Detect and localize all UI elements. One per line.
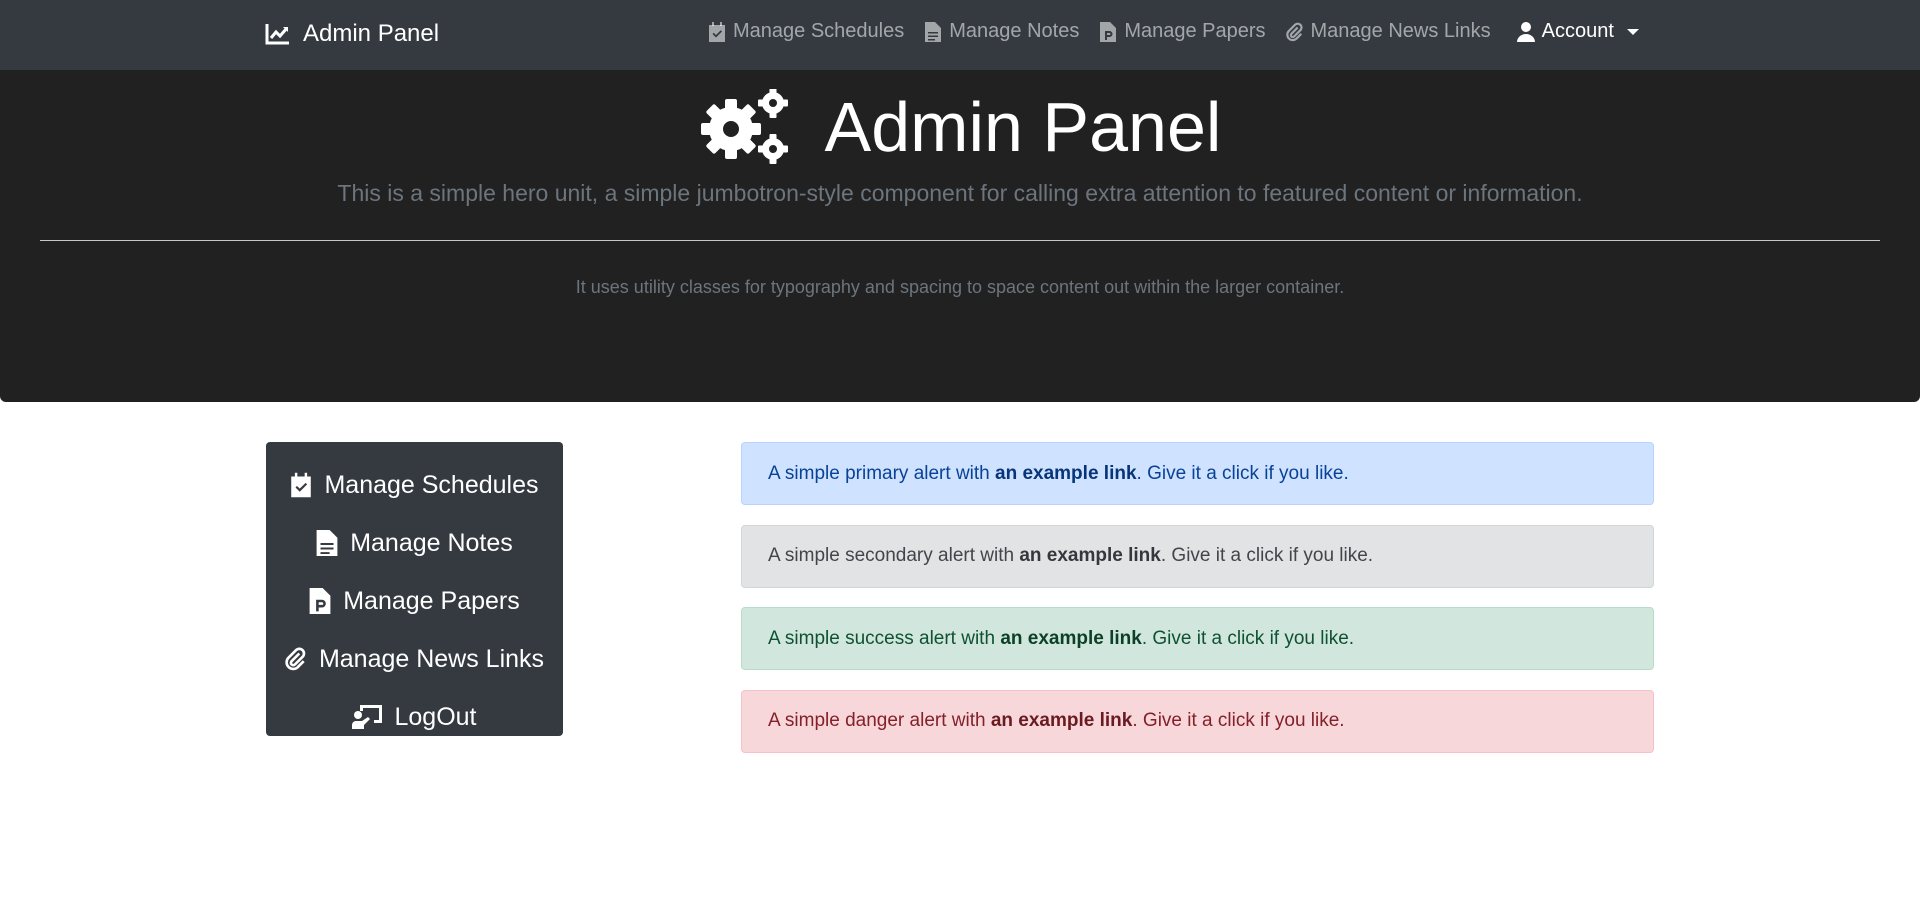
alert-text: A simple danger alert with (768, 710, 986, 731)
chalkboard-user-icon (352, 705, 383, 729)
alert-text: . Give it a click if you like. (1132, 710, 1345, 731)
alert-primary: A simple primary alert with an example l… (741, 442, 1654, 505)
calendar-check-icon (291, 472, 312, 498)
alert-text: A simple secondary alert with (768, 545, 1015, 566)
hero-body-text: It uses utility classes for typography a… (575, 277, 1345, 297)
alert-success: A simple success alert with an example l… (741, 607, 1654, 670)
hero-title-row: Admin Panel (0, 87, 1920, 167)
nav-link-manage-papers[interactable]: Manage Papers (1099, 20, 1266, 43)
sidebar-item-manage-notes[interactable]: Manage Notes (266, 514, 563, 572)
sidebar-item-logout[interactable]: LogOut (266, 688, 563, 746)
alerts-list: A simple primary alert with an example l… (741, 442, 1654, 772)
account-label: Account (1541, 20, 1614, 42)
sidebar-item-label: Manage Papers (343, 586, 520, 615)
alert-text: A simple primary alert with (768, 462, 990, 484)
nav-links: Manage Schedules Manage Notes Manage Pap… (708, 20, 1659, 43)
alert-link[interactable]: an example link (1000, 628, 1142, 650)
nav-link-label: Manage Papers (1124, 20, 1266, 42)
alert-text: . Give it a click if you like. (1160, 545, 1374, 566)
sidebar-item-manage-schedules[interactable]: Manage Schedules (266, 456, 563, 514)
sidebar-menu: Manage Schedules Manage Notes Manage Pap… (266, 442, 563, 736)
nav-link-manage-news-links[interactable]: Manage News Links (1285, 20, 1491, 43)
alert-secondary: A simple secondary alert with an example… (741, 524, 1654, 588)
alert-text: A simple success alert with (768, 627, 996, 649)
sidebar-item-label: Manage Notes (350, 528, 513, 557)
hero-title: Admin Panel (824, 88, 1222, 166)
account-dropdown[interactable]: Account (1516, 20, 1639, 43)
caret-down-icon (1626, 28, 1639, 35)
nav-link-label: Manage Notes (949, 20, 1080, 42)
nav-link-label: Manage Schedules (733, 20, 905, 42)
sidebar-item-manage-news-links[interactable]: Manage News Links (266, 630, 563, 688)
nav-link-label: Manage News Links (1310, 20, 1491, 42)
paperclip-icon (1285, 22, 1303, 41)
nav-link-manage-notes[interactable]: Manage Notes (924, 20, 1079, 43)
hero-lead-text: This is a simple hero unit, a simple jum… (337, 180, 1583, 206)
paperclip-icon (285, 647, 306, 671)
calendar-check-icon (709, 21, 725, 42)
sidebar-item-manage-papers[interactable]: Manage Papers (266, 572, 563, 630)
brand-title: Admin Panel (303, 20, 440, 47)
file-p-icon (309, 588, 331, 614)
file-p-icon (1100, 21, 1117, 42)
hero-divider (40, 240, 1880, 241)
sidebar-item-label: LogOut (394, 702, 477, 731)
file-text-icon (316, 530, 338, 556)
chart-line-icon (265, 24, 289, 45)
alert-link[interactable]: an example link (1019, 545, 1161, 567)
brand-link[interactable]: Admin Panel (265, 20, 439, 48)
user-icon (1516, 21, 1535, 42)
alert-text: . Give it a click if you like. (1136, 462, 1349, 484)
file-text-icon (925, 21, 942, 42)
nav-link-manage-schedules[interactable]: Manage Schedules (708, 20, 904, 43)
alert-link[interactable]: an example link (991, 710, 1133, 732)
sidebar-item-label: Manage Schedules (324, 470, 539, 499)
sidebar-item-label: Manage News Links (318, 644, 545, 673)
hero-jumbotron: Admin Panel This is a simple hero unit, … (0, 70, 1920, 402)
alert-danger: A simple danger alert with an example li… (741, 689, 1654, 753)
alert-link[interactable]: an example link (995, 463, 1137, 485)
alert-text: . Give it a click if you like. (1141, 627, 1355, 649)
gears-icon (700, 89, 788, 164)
top-navbar: Admin Panel Manage Schedules Manage Note… (0, 0, 1920, 70)
